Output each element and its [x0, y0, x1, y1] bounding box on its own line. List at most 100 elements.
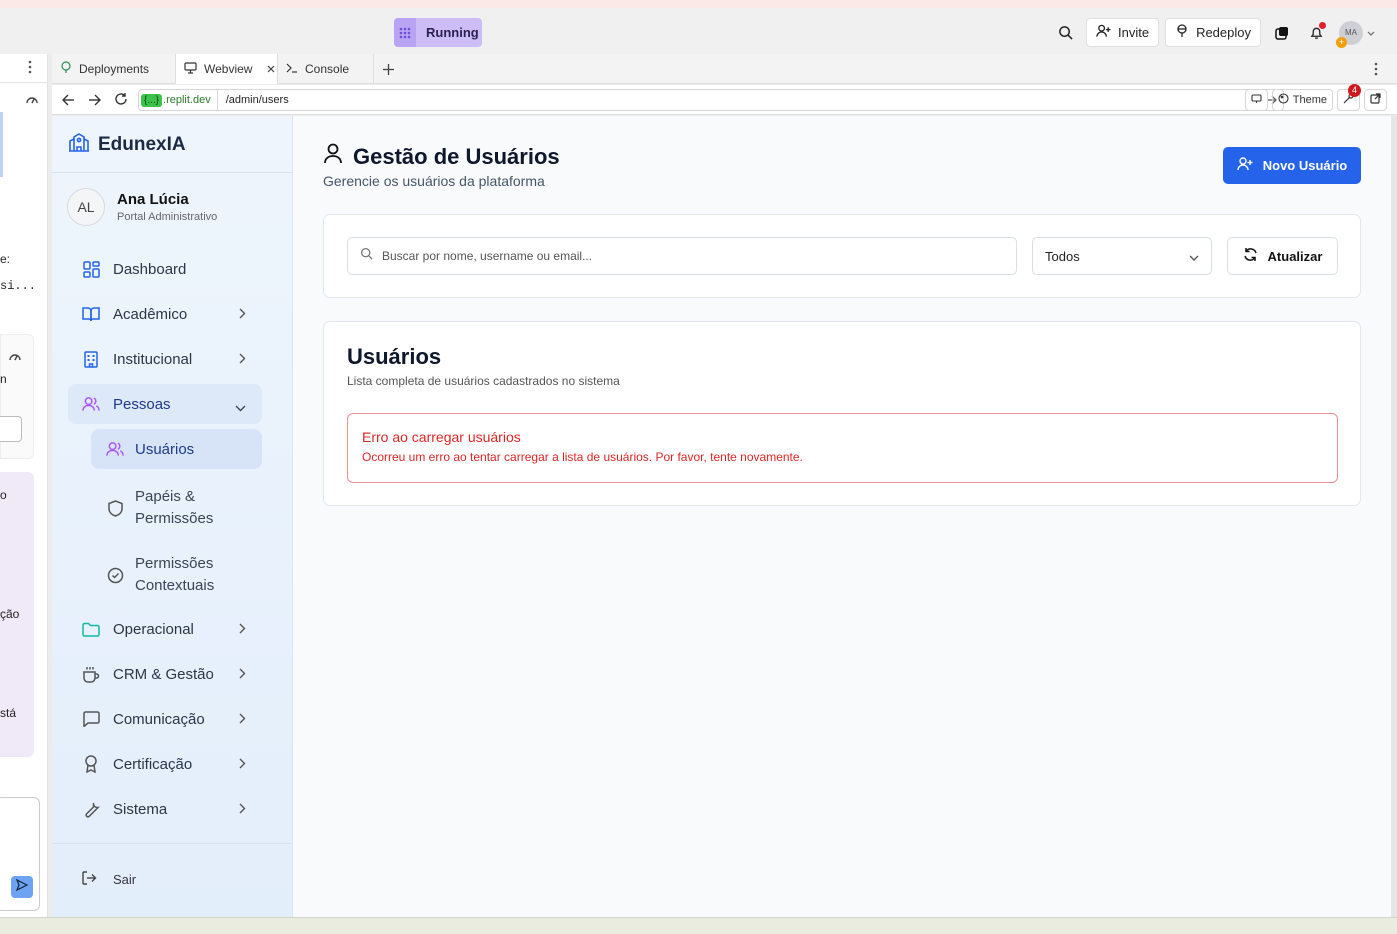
sidebar-item-dashboard[interactable]: Dashboard — [68, 249, 262, 289]
search-box[interactable] — [347, 237, 1017, 275]
sidebar-subitem-papeis[interactable]: Papéis & Permissões — [91, 480, 262, 536]
school-icon — [68, 132, 90, 157]
gauge-icon[interactable] — [25, 92, 39, 110]
user-avatar: MA + — [1336, 20, 1363, 48]
notification-dot — [1319, 22, 1326, 29]
sidebar-item-certificacao[interactable]: Certificação — [68, 744, 262, 784]
bell-icon[interactable] — [1302, 18, 1331, 47]
open-external-button[interactable] — [1364, 89, 1387, 111]
chevron-right-icon — [239, 801, 246, 818]
chevron-down-icon — [1367, 24, 1375, 42]
brand[interactable]: EdunexIA — [68, 132, 186, 157]
sidebar-item-institucional[interactable]: Institucional — [68, 339, 262, 379]
sidebar-item-comunicacao[interactable]: Comunicação — [68, 699, 262, 739]
avatar: AL — [67, 188, 105, 226]
logout-icon — [82, 871, 97, 888]
dashboard-icon — [82, 260, 100, 278]
replit-topbar: Running Invite Redeploy MA + — [0, 8, 1397, 54]
sidebar-subitem-usuarios[interactable]: Usuários — [91, 429, 262, 469]
refresh-icon — [1243, 247, 1258, 265]
folder-icon — [82, 620, 100, 638]
palette-icon — [1278, 93, 1289, 107]
users-card-subtitle: Lista completa de usuários cadastrados n… — [347, 374, 620, 388]
search-input[interactable] — [382, 249, 982, 263]
chevron-right-icon — [239, 756, 246, 773]
coffee-icon — [82, 665, 100, 683]
kebab-icon[interactable] — [1374, 62, 1378, 81]
chevron-right-icon — [239, 306, 246, 323]
user-name: Ana Lúcia — [117, 191, 189, 208]
tab-deployments[interactable]: Deployments — [52, 54, 176, 84]
gauge-icon[interactable] — [8, 349, 22, 367]
plus-icon: + — [1336, 36, 1347, 48]
search-icon — [360, 247, 373, 265]
add-user-icon — [1096, 24, 1111, 41]
url-badge: {...} — [141, 93, 163, 107]
add-tab-icon[interactable] — [383, 62, 394, 80]
devtools-button[interactable]: 4 — [1337, 84, 1361, 111]
book-icon — [82, 305, 100, 323]
new-user-button[interactable]: Novo Usuário — [1223, 147, 1361, 184]
window-top-stripe — [0, 0, 1397, 8]
send-icon — [15, 878, 29, 896]
wrench-icon — [82, 800, 100, 818]
close-icon[interactable] — [267, 62, 275, 76]
url-field[interactable]: {...} .replit.dev /admin/users — [138, 89, 1284, 111]
deploy-icon — [1175, 24, 1189, 41]
url-host: .replit.dev — [163, 94, 211, 106]
account-menu[interactable]: MA + — [1336, 18, 1377, 48]
windows-icon[interactable] — [1267, 18, 1296, 47]
agent-panel: e: si... n o ção stá — [0, 54, 48, 917]
invite-button[interactable]: Invite — [1085, 18, 1160, 47]
message-icon — [82, 710, 100, 728]
status-filter-select[interactable]: Todos — [1032, 237, 1212, 275]
brand-name: EdunexIA — [98, 133, 186, 155]
scrollbar[interactable] — [1391, 116, 1397, 917]
tree-icon — [60, 61, 72, 77]
reload-icon[interactable] — [114, 92, 128, 111]
tab-console[interactable]: Console — [278, 54, 374, 84]
input-box[interactable] — [0, 416, 22, 442]
external-link-icon — [1370, 93, 1381, 107]
run-status-button[interactable]: Running — [394, 18, 482, 47]
terminal-icon — [286, 62, 298, 76]
user-profile[interactable]: AL Ana Lúcia Portal Administrativo — [67, 188, 217, 226]
page-subtitle: Gerencie os usuários da plataforma — [323, 173, 545, 189]
chevron-right-icon — [239, 351, 246, 368]
users-card: Usuários Lista completa de usuários cada… — [323, 321, 1361, 506]
sidebar-item-operacional[interactable]: Operacional — [68, 609, 262, 649]
run-status-label: Running — [426, 25, 479, 40]
address-bar: {...} .replit.dev /admin/users Theme 4 — [52, 84, 1397, 115]
users-icon — [82, 395, 100, 413]
error-message: Ocorreu um erro ao tentar carregar a lis… — [362, 450, 803, 464]
search-icon[interactable] — [1051, 18, 1080, 47]
chevron-down-icon — [1189, 249, 1199, 264]
kebab-icon[interactable] — [28, 60, 32, 79]
chevron-down-icon — [235, 399, 246, 416]
send-button[interactable] — [11, 876, 33, 898]
logout-button[interactable]: Sair — [82, 871, 136, 888]
theme-button[interactable]: Theme — [1271, 89, 1333, 111]
sidebar-item-pessoas[interactable]: Pessoas — [68, 384, 262, 424]
sidebar-item-crm[interactable]: CRM & Gestão — [68, 654, 262, 694]
monitor-icon — [184, 61, 197, 77]
chevron-right-icon — [239, 621, 246, 638]
forward-icon[interactable] — [88, 93, 101, 111]
tab-webview[interactable]: Webview — [176, 54, 278, 84]
refresh-button[interactable]: Atualizar — [1227, 237, 1338, 275]
tabs-bar: Deployments Webview Console — [52, 54, 1397, 84]
url-path: /admin/users — [225, 94, 289, 106]
chevron-right-icon — [239, 711, 246, 728]
user-icon — [323, 143, 343, 170]
chevron-right-icon — [239, 666, 246, 683]
sidebar-item-sistema[interactable]: Sistema — [68, 789, 262, 829]
users-icon — [106, 440, 124, 458]
page-title: Gestão de Usuários — [323, 143, 560, 170]
device-button[interactable] — [1244, 89, 1268, 111]
add-user-icon — [1237, 157, 1253, 174]
sidebar-subitem-contextuais[interactable]: Permissões Contextuais — [91, 547, 262, 603]
os-taskbar — [0, 917, 1397, 934]
back-icon[interactable] — [62, 93, 75, 111]
sidebar-item-academico[interactable]: Acadêmico — [68, 294, 262, 334]
redeploy-button[interactable]: Redeploy — [1165, 18, 1261, 47]
